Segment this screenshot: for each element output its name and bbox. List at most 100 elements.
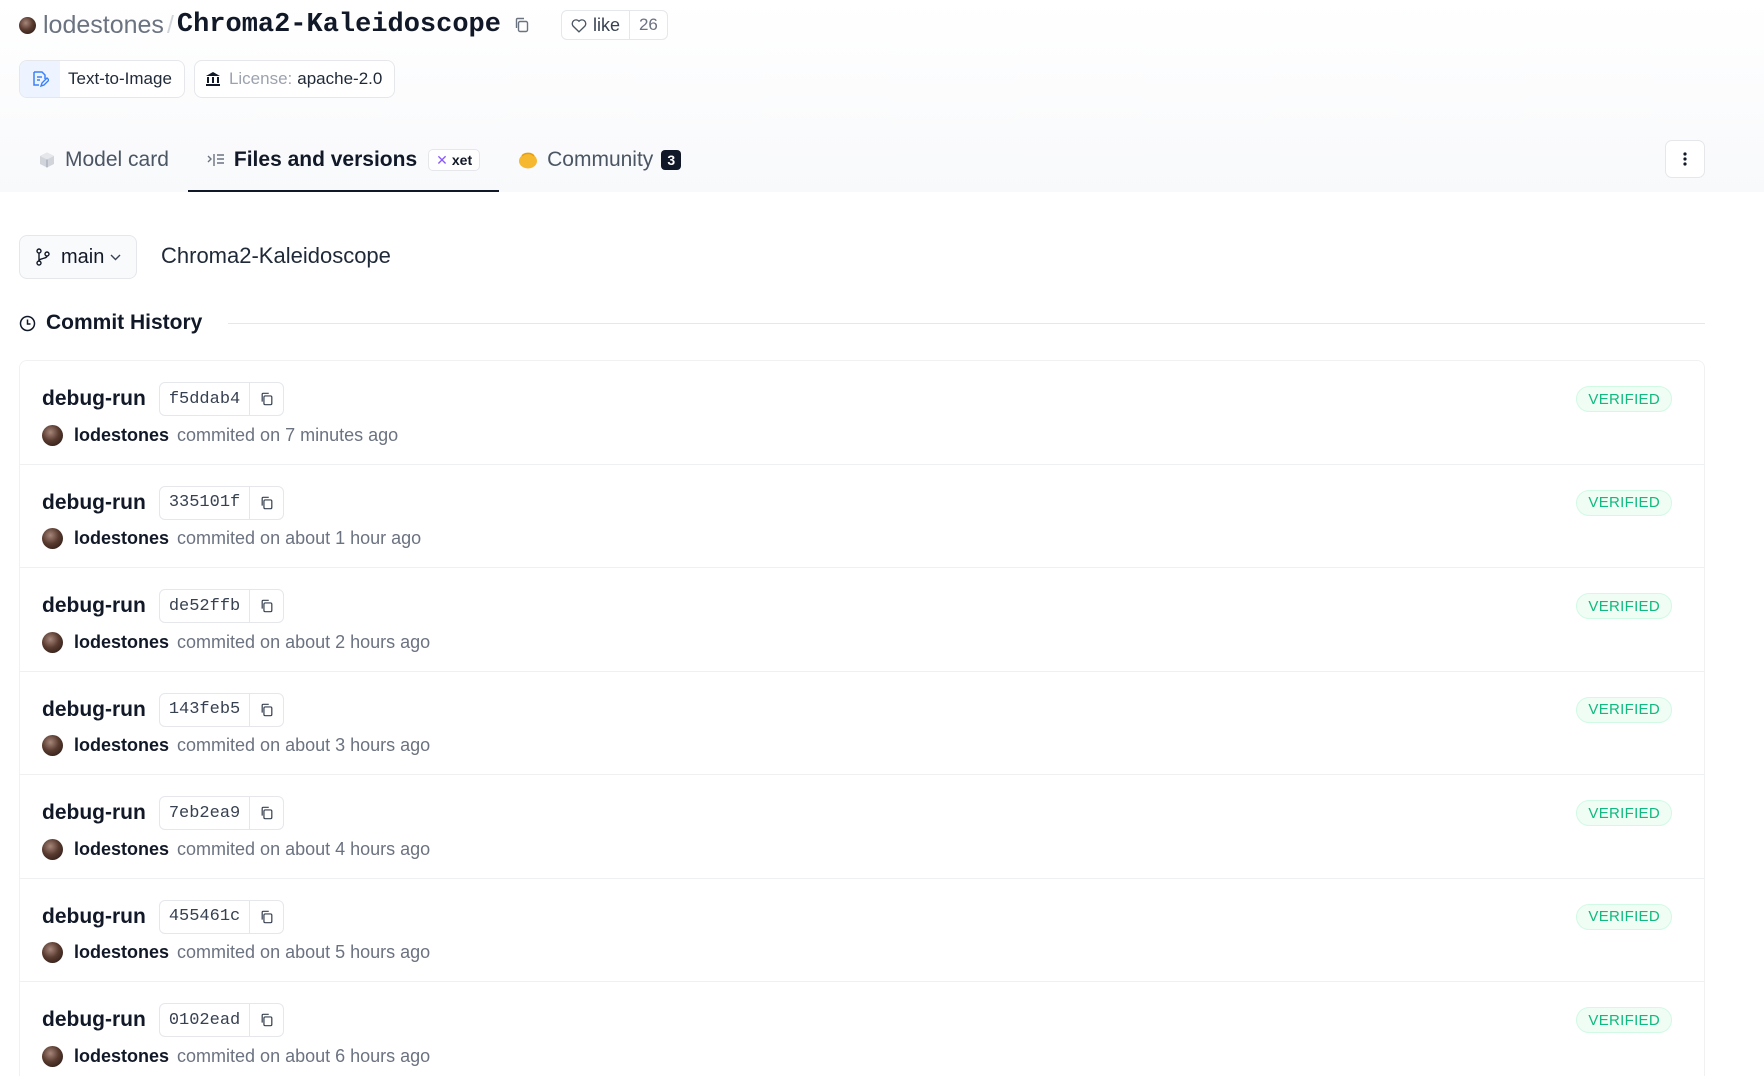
commit-author[interactable]: lodestones	[74, 425, 169, 446]
commit-title[interactable]: debug-run	[42, 905, 146, 929]
task-label: Text-to-Image	[68, 69, 172, 88]
tab-label: Model card	[65, 148, 169, 171]
copy-icon[interactable]	[513, 16, 531, 34]
commit-time: commited on about 6 hours ago	[177, 1045, 431, 1066]
commit-author[interactable]: lodestones	[74, 839, 169, 860]
avatar[interactable]	[42, 838, 63, 860]
verified-badge: VERIFIED	[1576, 1007, 1672, 1033]
commit-time: commited on 7 minutes ago	[177, 424, 399, 445]
like-count[interactable]: 26	[630, 11, 667, 39]
xet-label: xet	[451, 152, 473, 168]
bank-icon	[205, 72, 220, 86]
git-branch-icon	[36, 248, 50, 266]
license-value: apache-2.0	[297, 69, 383, 88]
commit-row: debug-run 7eb2ea9 lodestones commited on…	[20, 775, 1704, 879]
cube-icon	[38, 151, 56, 169]
commit-hash-box: 7eb2ea9	[158, 796, 285, 830]
tab-model-card[interactable]: Model card	[19, 128, 188, 192]
verified-badge: VERIFIED	[1576, 386, 1672, 412]
commit-hash[interactable]: f5ddab4	[160, 390, 249, 409]
owner-link[interactable]: lodestones	[43, 11, 164, 40]
copy-icon[interactable]	[249, 590, 283, 622]
commit-hash-box: 455461c	[158, 899, 285, 934]
xet-badge: ✕ xet	[428, 149, 481, 171]
owner-avatar[interactable]	[19, 16, 36, 34]
commit-row: debug-run 0102ead lodestones commited on…	[20, 982, 1704, 1076]
tab-files-and-versions[interactable]: Files and versions ✕ xet	[187, 128, 500, 192]
commit-time: commited on about 2 hours ago	[177, 631, 431, 652]
avatar[interactable]	[42, 631, 63, 653]
copy-icon[interactable]	[249, 1004, 283, 1036]
tab-label: Community	[547, 148, 654, 171]
verified-badge: VERIFIED	[1576, 593, 1672, 619]
heart-icon	[571, 18, 587, 33]
commit-hash-box: de52ffb	[158, 589, 285, 623]
repo-name[interactable]: Chroma2-Kaleidoscope	[177, 10, 501, 40]
commit-time: commited on about 4 hours ago	[177, 838, 431, 859]
copy-icon[interactable]	[249, 693, 283, 726]
like-label: like	[592, 14, 620, 35]
commit-hash[interactable]: 0102ead	[160, 1011, 249, 1030]
commit-row: debug-run 143feb5 lodestones commited on…	[20, 671, 1704, 775]
commit-hash-box: 335101f	[158, 485, 285, 520]
discussion-count-badge: 3	[661, 150, 682, 170]
avatar[interactable]	[42, 942, 63, 963]
commit-hash-box: 143feb5	[158, 692, 285, 727]
xet-icon: ✕	[436, 151, 448, 168]
commit-time: commited on about 3 hours ago	[177, 735, 431, 755]
license-chip[interactable]: License: apache-2.0	[193, 60, 396, 98]
commit-hash[interactable]: 335101f	[160, 493, 249, 512]
copy-icon[interactable]	[249, 797, 283, 829]
verified-badge: VERIFIED	[1576, 696, 1672, 723]
commit-hash[interactable]: 143feb5	[160, 700, 249, 719]
verified-badge: VERIFIED	[1576, 903, 1672, 930]
copy-icon[interactable]	[249, 900, 283, 933]
copy-icon[interactable]	[249, 486, 283, 519]
license-label: License:	[228, 69, 293, 88]
commit-hash-box: f5ddab4	[158, 382, 285, 416]
community-icon	[518, 151, 538, 169]
repo-tabs: Model card Files and versions ✕ xet Comm…	[19, 128, 700, 192]
commit-history-title: Commit History	[46, 311, 203, 334]
like-button[interactable]: like	[562, 11, 630, 39]
divider	[228, 322, 1705, 324]
avatar[interactable]	[42, 424, 63, 446]
commit-hash[interactable]: 455461c	[160, 907, 249, 926]
commit-author[interactable]: lodestones	[74, 1046, 169, 1067]
task-chip[interactable]: Text-to-Image	[19, 60, 185, 98]
commit-row: debug-run f5ddab4 lodestones commited on…	[20, 361, 1704, 465]
commit-history-heading: Commit History	[19, 309, 1705, 337]
avatar[interactable]	[42, 1045, 63, 1067]
verified-badge: VERIFIED	[1576, 489, 1672, 516]
repo-breadcrumb[interactable]: Chroma2-Kaleidoscope	[161, 243, 391, 269]
branch-name: main	[61, 245, 105, 268]
path-separator: /	[166, 10, 174, 39]
copy-icon[interactable]	[249, 383, 283, 415]
files-icon	[207, 152, 225, 168]
commit-author[interactable]: lodestones	[74, 735, 169, 756]
commit-title[interactable]: debug-run	[42, 698, 146, 722]
more-options-button[interactable]	[1665, 140, 1705, 178]
commit-hash[interactable]: 7eb2ea9	[160, 804, 249, 823]
tab-community[interactable]: Community 3	[499, 128, 700, 192]
commit-author[interactable]: lodestones	[74, 528, 169, 549]
kebab-menu-icon	[1683, 152, 1687, 166]
commit-title[interactable]: debug-run	[42, 491, 146, 515]
commit-time: commited on about 1 hour ago	[177, 528, 422, 548]
commit-hash[interactable]: de52ffb	[160, 597, 249, 616]
branch-selector[interactable]: main	[19, 235, 138, 279]
commit-list: debug-run f5ddab4 lodestones commited on…	[19, 360, 1705, 1076]
avatar[interactable]	[42, 735, 63, 756]
commit-title[interactable]: debug-run	[42, 387, 146, 411]
commit-row: debug-run de52ffb lodestones commited on…	[20, 568, 1704, 672]
commit-title[interactable]: debug-run	[42, 594, 146, 618]
commit-time: commited on about 5 hours ago	[177, 942, 431, 962]
tab-label: Files and versions	[233, 148, 418, 171]
title-row: lodestones / Chroma2-Kaleidoscope like 2…	[19, 8, 668, 42]
commit-title[interactable]: debug-run	[42, 801, 146, 825]
avatar[interactable]	[42, 528, 63, 549]
commit-title[interactable]: debug-run	[42, 1008, 146, 1032]
commit-author[interactable]: lodestones	[74, 942, 169, 963]
commit-author[interactable]: lodestones	[74, 632, 169, 653]
text-to-image-icon	[20, 61, 60, 97]
